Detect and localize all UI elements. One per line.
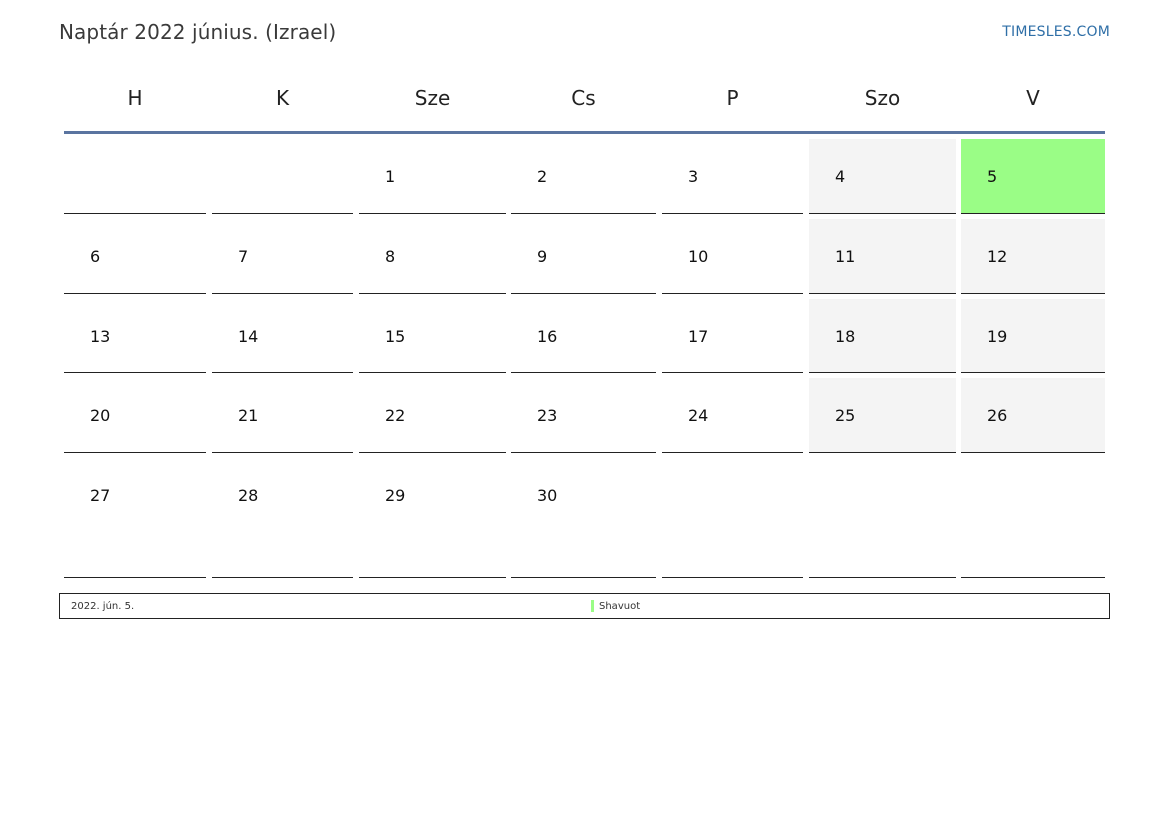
day-cell: 7: [212, 219, 353, 294]
weekday-label: Sze: [414, 86, 451, 110]
site-link[interactable]: TIMESLES.COM: [1002, 24, 1110, 40]
day-number: 9: [537, 247, 548, 266]
day-number: 23: [537, 406, 558, 425]
weekday-label: K: [275, 86, 290, 110]
day-number: 1: [385, 167, 396, 186]
empty-cell: [961, 458, 1105, 578]
day-cell: 18: [809, 299, 956, 373]
page-title: Naptár 2022 június. (Izrael): [59, 20, 337, 44]
day-cell: 14: [212, 299, 353, 373]
holiday-legend: 2022. jún. 5. Shavuot: [59, 593, 1110, 619]
day-number: 17: [688, 327, 709, 346]
day-cell: 23: [511, 378, 656, 453]
day-cell: 9: [511, 219, 656, 294]
day-cell: 21: [212, 378, 353, 453]
day-cell: 25: [809, 378, 956, 453]
day-cell: 13: [64, 299, 206, 373]
empty-cell: [64, 139, 206, 214]
weekday-label: P: [726, 86, 739, 110]
day-cell: 28: [212, 458, 353, 578]
day-cell: 5: [961, 139, 1105, 214]
day-cell: 26: [961, 378, 1105, 453]
day-number: 20: [90, 406, 111, 425]
day-cell: 20: [64, 378, 206, 453]
day-cell: 22: [359, 378, 506, 453]
day-cell: 24: [662, 378, 803, 453]
day-number: 14: [238, 327, 259, 346]
day-cell: 1: [359, 139, 506, 214]
day-cell: 19: [961, 299, 1105, 373]
weekday-label: Szo: [864, 86, 901, 110]
weekday-label: H: [127, 86, 143, 110]
day-number: 26: [987, 406, 1008, 425]
day-cell: 16: [511, 299, 656, 373]
day-cell: 12: [961, 219, 1105, 294]
day-cell: 27: [64, 458, 206, 578]
day-number: 30: [537, 486, 558, 505]
day-cell: 15: [359, 299, 506, 373]
day-number: 8: [385, 247, 396, 266]
day-number: 21: [238, 406, 259, 425]
day-number: 19: [987, 327, 1008, 346]
day-number: 2: [537, 167, 548, 186]
day-cell: 6: [64, 219, 206, 294]
day-number: 11: [835, 247, 856, 266]
day-cell: 10: [662, 219, 803, 294]
day-number: 10: [688, 247, 709, 266]
weekday-label: V: [1026, 86, 1040, 110]
day-number: 15: [385, 327, 406, 346]
empty-cell: [662, 458, 803, 578]
holiday-name: Shavuot: [599, 601, 641, 612]
header-divider: [64, 131, 1105, 134]
day-number: 25: [835, 406, 856, 425]
day-cell: 4: [809, 139, 956, 214]
day-number: 27: [90, 486, 111, 505]
day-cell: 30: [511, 458, 656, 578]
day-cell: 11: [809, 219, 956, 294]
holiday-color-marker: [591, 600, 594, 612]
day-number: 16: [537, 327, 558, 346]
holiday-date: 2022. jún. 5.: [71, 601, 135, 612]
day-cell: 29: [359, 458, 506, 578]
day-number: 7: [238, 247, 249, 266]
day-number: 6: [90, 247, 101, 266]
empty-cell: [212, 139, 353, 214]
day-cell: 3: [662, 139, 803, 214]
day-number: 5: [987, 167, 998, 186]
empty-cell: [809, 458, 956, 578]
day-number: 12: [987, 247, 1008, 266]
day-number: 4: [835, 167, 846, 186]
day-number: 13: [90, 327, 111, 346]
day-number: 22: [385, 406, 406, 425]
day-number: 18: [835, 327, 856, 346]
day-number: 24: [688, 406, 709, 425]
day-number: 29: [385, 486, 406, 505]
day-cell: 8: [359, 219, 506, 294]
day-number: 3: [688, 167, 699, 186]
day-cell: 17: [662, 299, 803, 373]
weekday-label: Cs: [571, 86, 596, 110]
day-cell: 2: [511, 139, 656, 214]
day-number: 28: [238, 486, 259, 505]
